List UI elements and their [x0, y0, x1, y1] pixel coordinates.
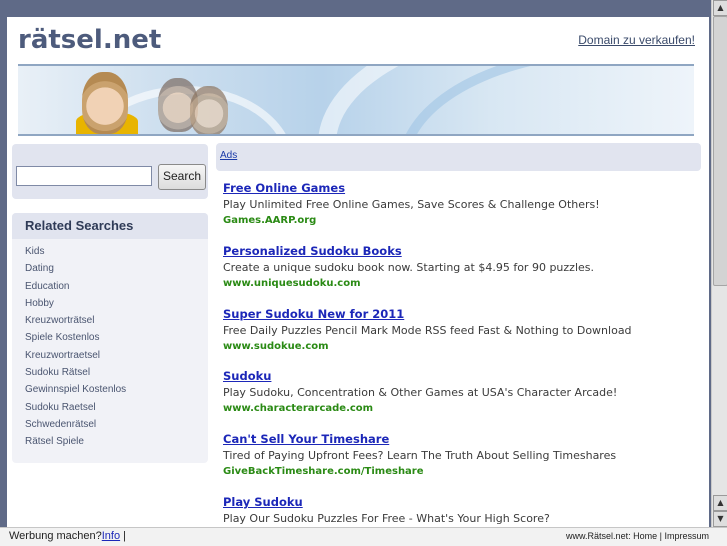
related-search-item[interactable]: Spiele Kostenlos — [12, 329, 208, 346]
related-search-item[interactable]: Dating — [12, 260, 208, 277]
ad-description: Play Sudoku, Concentration & Other Games… — [223, 386, 618, 400]
related-search-item[interactable]: Kids — [12, 243, 208, 260]
site-title[interactable]: rätsel.net — [18, 25, 161, 55]
ad-item: Sudoku Play Sudoku, Concentration & Othe… — [223, 368, 703, 431]
footer-separator: | — [123, 530, 127, 542]
ad-url-link[interactable]: www.characterarcade.com — [223, 402, 703, 416]
domain-for-sale-link[interactable]: Domain zu verkaufen! — [578, 33, 695, 47]
related-search-item[interactable]: Kreuzwortraetsel — [12, 347, 208, 364]
footer-separator: | — [659, 531, 662, 541]
ad-title-link[interactable]: Can't Sell Your Timeshare — [223, 431, 703, 447]
related-searches-list: Kids Dating Education Hobby Kreuzworträt… — [12, 243, 208, 451]
info-link[interactable]: Info — [102, 530, 120, 542]
related-searches-panel: Related Searches Kids Dating Education H… — [12, 213, 208, 463]
ad-description: Play Unlimited Free Online Games, Save S… — [223, 198, 600, 211]
werbung-text: Werbung machen? — [9, 530, 102, 542]
home-link[interactable]: Home — [633, 531, 657, 541]
search-button[interactable]: Search — [158, 164, 206, 190]
scroll-down-icon[interactable]: ▼ — [713, 511, 727, 527]
impressum-link[interactable]: Impressum — [664, 531, 709, 541]
ad-url-link[interactable]: www.uniquesudoku.com — [223, 277, 703, 291]
related-searches-heading: Related Searches — [12, 213, 208, 239]
scrollbar-thumb[interactable] — [713, 16, 727, 286]
related-search-item[interactable]: Kreuzworträtsel — [12, 312, 208, 329]
footer-right: www.Rätsel.net: Home | Impressum — [566, 531, 709, 541]
ad-title-link[interactable]: Personalized Sudoku Books — [223, 243, 703, 259]
footer-left: Werbung machen?Info | — [9, 530, 126, 542]
ad-title-link[interactable]: Play Sudoku — [223, 494, 703, 510]
related-search-item[interactable]: Gewinnspiel Kostenlos — [12, 381, 208, 398]
ad-item: Personalized Sudoku Books Create a uniqu… — [223, 243, 703, 306]
ad-title-link[interactable]: Free Online Games — [223, 180, 703, 196]
related-search-item[interactable]: Rätsel Spiele — [12, 433, 208, 450]
ads-list: Free Online Games Play Unlimited Free On… — [223, 180, 703, 527]
vertical-scrollbar[interactable]: ▲ ▲ ▼ — [711, 0, 727, 527]
footer-bar: Werbung machen?Info | www.Rätsel.net: Ho… — [0, 527, 727, 546]
scroll-up-icon[interactable]: ▲ — [713, 495, 727, 511]
ad-title-link[interactable]: Super Sudoku New for 2011 — [223, 306, 703, 322]
related-search-item[interactable]: Schwedenrätsel — [12, 416, 208, 433]
related-search-item[interactable]: Education — [12, 278, 208, 295]
ad-description: Free Daily Puzzles Pencil Mark Mode RSS … — [223, 323, 632, 337]
ad-description: Tired of Paying Upfront Fees? Learn The … — [223, 449, 617, 463]
header-banner — [18, 64, 694, 136]
ad-url-link[interactable]: GiveBackTimeshare.com/Timeshare — [223, 465, 703, 479]
footer-site-name: www.Rätsel.net: — [566, 531, 631, 541]
related-search-item[interactable]: Sudoku Raetsel — [12, 399, 208, 416]
page: rätsel.net Domain zu verkaufen! Search R… — [7, 17, 709, 527]
ad-description: Create a unique sudoku book now. Startin… — [223, 260, 594, 274]
related-search-item[interactable]: Sudoku Rätsel — [12, 364, 208, 381]
ad-url-link[interactable]: Games.AARP.org — [223, 214, 703, 228]
related-search-item[interactable]: Hobby — [12, 295, 208, 312]
ad-item: Super Sudoku New for 2011 Free Daily Puz… — [223, 306, 703, 369]
ad-url-link[interactable]: www.sudokue.com — [223, 340, 703, 354]
ads-bar: Ads — [216, 143, 701, 171]
ads-link[interactable]: Ads — [220, 150, 237, 161]
banner-person — [82, 72, 128, 134]
banner-person — [190, 86, 228, 134]
ad-item: Can't Sell Your Timeshare Tired of Payin… — [223, 431, 703, 494]
search-input[interactable] — [16, 166, 152, 186]
ad-description: Play Our Sudoku Puzzles For Free - What'… — [223, 511, 550, 525]
ad-item: Play Sudoku Play Our Sudoku Puzzles For … — [223, 494, 703, 527]
ad-title-link[interactable]: Sudoku — [223, 368, 703, 384]
scroll-up-icon[interactable]: ▲ — [713, 0, 727, 16]
search-panel: Search — [12, 144, 208, 199]
ad-item: Free Online Games Play Unlimited Free On… — [223, 180, 703, 243]
